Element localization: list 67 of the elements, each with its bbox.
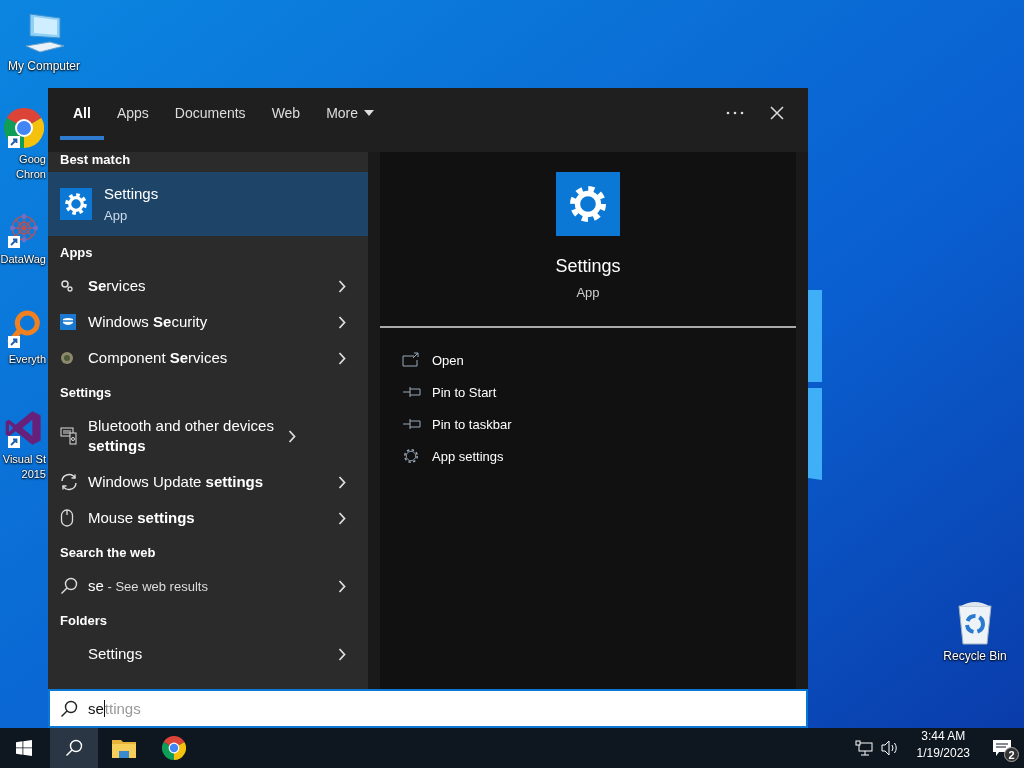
open-window-icon — [402, 352, 422, 368]
filter-tab[interactable]: More — [313, 88, 388, 138]
settings-icon — [60, 188, 92, 220]
chrome-icon — [162, 736, 186, 760]
action-item[interactable]: App settings — [380, 440, 796, 472]
section-header: Search the web — [59, 543, 157, 562]
chevron-icon — [338, 579, 346, 593]
chevron-icon — [338, 511, 346, 525]
pin-icon — [402, 386, 422, 398]
desktop-icon-label: 2015 — [20, 467, 46, 482]
filter-tab[interactable]: Apps — [103, 88, 162, 138]
desktop-icon-label: Recycle Bin — [942, 649, 1008, 664]
result-item[interactable]: Windows Update settings — [48, 464, 368, 500]
section-header: Folders — [59, 611, 108, 630]
filter-tab[interactable]: Web — [258, 88, 314, 138]
component-icon — [60, 351, 74, 365]
filter-tab[interactable]: Documents — [161, 88, 259, 138]
result-item[interactable]: Services — [48, 268, 368, 304]
sync-icon — [60, 473, 78, 491]
chrome-icon[interactable] — [4, 108, 44, 148]
result-item[interactable]: Bluetooth and other devices settings — [48, 408, 368, 464]
filter-tab[interactable]: All — [60, 88, 104, 138]
clock-time[interactable]: 3:44 AM — [921, 728, 966, 745]
chevron-icon — [338, 279, 346, 293]
desktop-icon-label: Goog — [18, 152, 46, 167]
app-title: Settings — [555, 256, 621, 277]
best-match-item[interactable]: Settings App — [48, 172, 368, 236]
chevron-icon — [288, 429, 296, 443]
shield-icon — [60, 314, 76, 330]
result-item[interactable]: Windows Security — [48, 304, 368, 340]
section-header: Settings — [59, 383, 113, 402]
section-header: Best match — [59, 152, 132, 169]
action-item[interactable]: Pin to taskbar — [380, 408, 796, 440]
action-item[interactable]: Open — [380, 344, 796, 376]
mouse-icon — [60, 509, 74, 527]
chevron-icon — [338, 351, 346, 365]
action-item[interactable]: Pin to Start — [380, 376, 796, 408]
result-item[interactable]: Settings — [48, 636, 368, 672]
windows-start-icon — [16, 740, 32, 756]
clock-date[interactable]: 1/19/2023 — [916, 745, 970, 762]
key-icon — [60, 279, 74, 293]
notification-count: 2 — [1004, 747, 1019, 762]
network-icon[interactable] — [854, 740, 873, 756]
chevron-icon — [338, 475, 346, 489]
folder-icon — [112, 738, 136, 758]
chevron-icon — [338, 647, 346, 661]
result-item[interactable]: Mouse settings — [48, 500, 368, 536]
section-header: Apps — [59, 243, 94, 262]
search-icon — [65, 739, 83, 757]
pin-icon — [402, 418, 422, 430]
visualstudio-icon[interactable] — [4, 408, 44, 448]
search-icon — [60, 699, 78, 718]
desktop-icon-label: DataWag — [0, 252, 46, 267]
desktop-icon-label: My Computer — [7, 59, 81, 74]
search-icon — [60, 577, 78, 595]
desktop-icon-label: Chron — [15, 167, 46, 182]
app-type: App — [576, 285, 600, 300]
result-item[interactable]: se - See web results — [48, 568, 368, 604]
desktop-icon-label: Visual St — [1, 452, 46, 467]
chevron-icon — [338, 315, 346, 329]
search-field[interactable]: settings — [48, 689, 808, 728]
keyboard-icon — [60, 427, 78, 445]
settings-icon — [556, 172, 620, 236]
taskbar-button[interactable] — [50, 728, 98, 768]
desktop-icon-label: Everyth — [7, 352, 46, 367]
result-item[interactable]: Component Services — [48, 340, 368, 376]
speaker-icon[interactable] — [880, 740, 899, 756]
